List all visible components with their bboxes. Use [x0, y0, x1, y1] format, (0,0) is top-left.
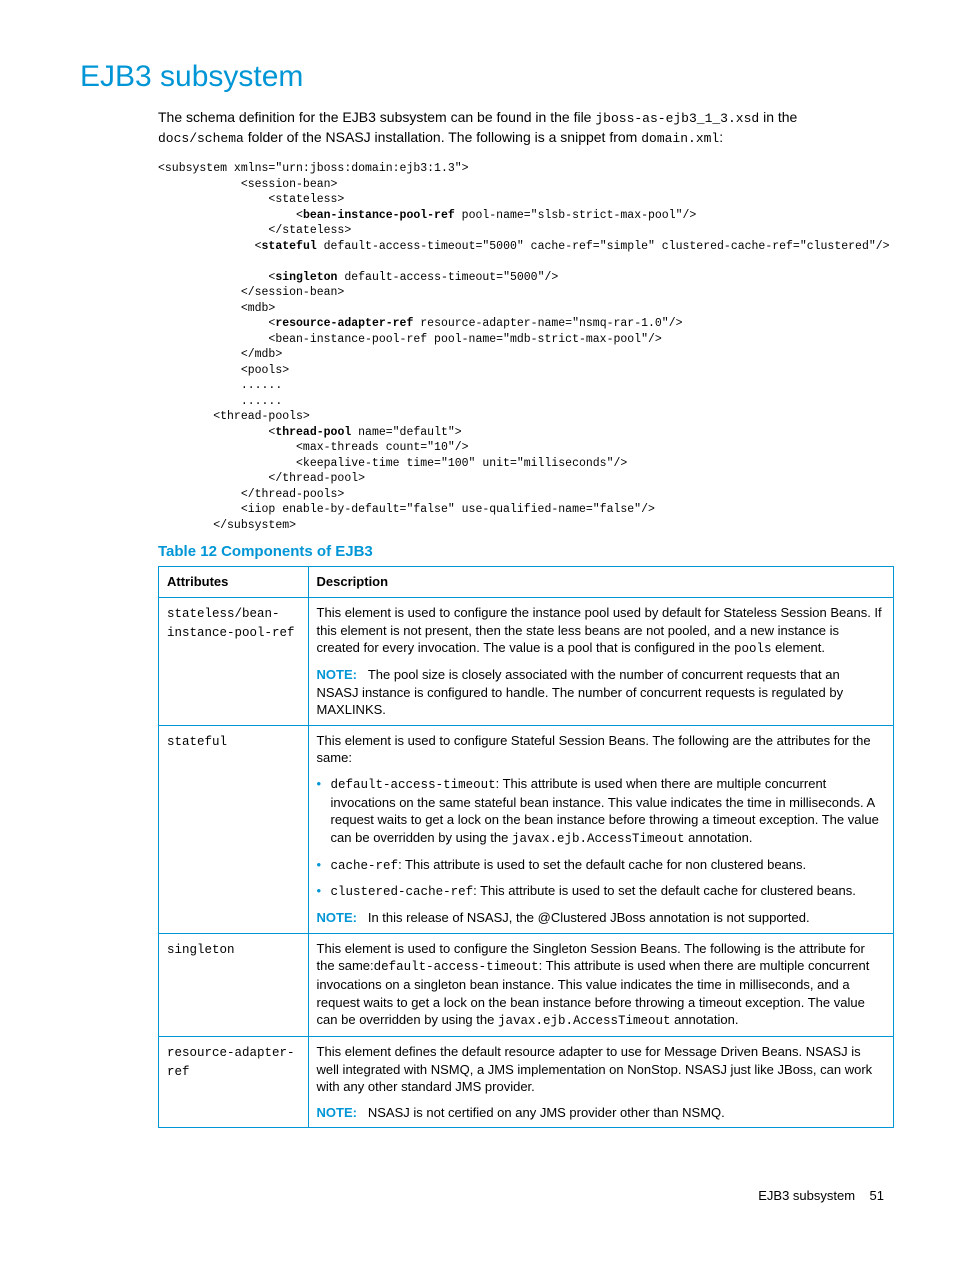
- table-title: Table 12 Components of EJB3: [158, 543, 884, 560]
- col-attributes: Attributes: [159, 567, 309, 598]
- intro-code-1: jboss-as-ejb3_1_3.xsd: [595, 111, 759, 126]
- table-row: resource-adapter-ref This element define…: [159, 1037, 894, 1128]
- attr-cell: resource-adapter-ref: [159, 1037, 309, 1128]
- desc-cell: This element is used to configure the in…: [308, 598, 893, 726]
- intro-text-4: :: [719, 129, 723, 145]
- components-table: Attributes Description stateless/bean-in…: [158, 566, 894, 1128]
- table-row: singleton This element is used to config…: [159, 933, 894, 1036]
- intro-code-2: docs/schema: [158, 131, 244, 146]
- attr-cell: stateless/bean-instance-pool-ref: [159, 598, 309, 726]
- list-item: default-access-timeout: This attribute i…: [317, 775, 885, 848]
- attr-cell: singleton: [159, 933, 309, 1036]
- desc-cell: This element is used to configure Statef…: [308, 725, 893, 933]
- footer-page-number: 51: [870, 1188, 884, 1203]
- note-label: NOTE:: [317, 667, 357, 682]
- list-item: clustered-cache-ref: This attribute is u…: [317, 882, 885, 901]
- intro-text-2: in the: [759, 109, 797, 125]
- intro-text-1: The schema definition for the EJB3 subsy…: [158, 109, 595, 125]
- page-heading: EJB3 subsystem: [80, 60, 884, 94]
- intro-paragraph: The schema definition for the EJB3 subsy…: [158, 108, 884, 147]
- intro-text-3: folder of the NSASJ installation. The fo…: [244, 129, 641, 145]
- intro-code-3: domain.xml: [641, 131, 719, 146]
- footer-title: EJB3 subsystem: [758, 1188, 855, 1203]
- code-block: <subsystem xmlns="urn:jboss:domain:ejb3:…: [158, 161, 884, 533]
- note-label: NOTE:: [317, 1105, 357, 1120]
- note-label: NOTE:: [317, 910, 357, 925]
- desc-cell: This element defines the default resourc…: [308, 1037, 893, 1128]
- attr-cell: stateful: [159, 725, 309, 933]
- bullet-list: default-access-timeout: This attribute i…: [317, 775, 885, 902]
- table-row: stateless/bean-instance-pool-ref This el…: [159, 598, 894, 726]
- col-description: Description: [308, 567, 893, 598]
- table-header-row: Attributes Description: [159, 567, 894, 598]
- table-row: stateful This element is used to configu…: [159, 725, 894, 933]
- desc-cell: This element is used to configure the Si…: [308, 933, 893, 1036]
- page-footer: EJB3 subsystem 51: [80, 1188, 884, 1203]
- list-item: cache-ref: This attribute is used to set…: [317, 856, 885, 875]
